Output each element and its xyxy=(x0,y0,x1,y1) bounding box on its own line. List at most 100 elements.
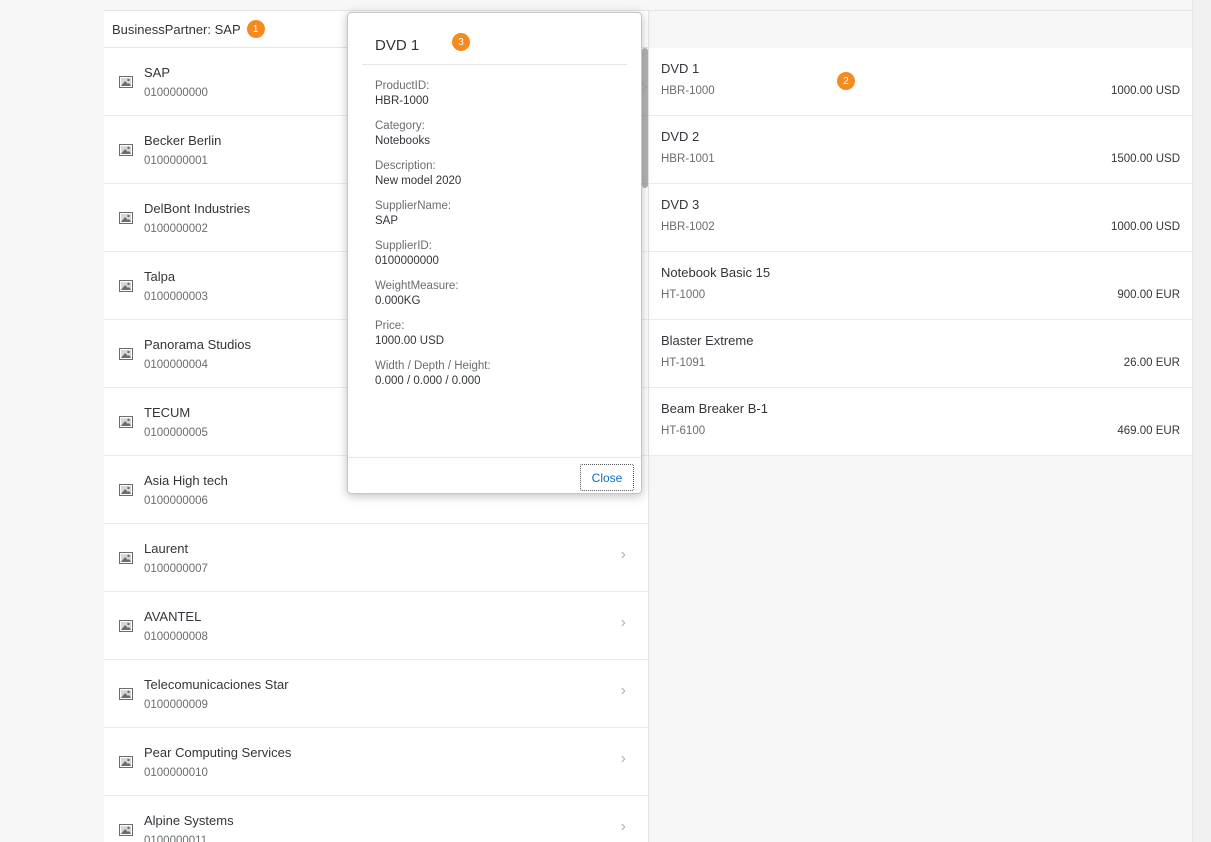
chevron-right-icon: › xyxy=(620,818,626,835)
list-item-id: 0100000002 xyxy=(144,222,208,235)
product-name: DVD 3 xyxy=(661,197,700,212)
product-id: HT-6100 xyxy=(661,425,706,437)
popover-field: WeightMeasure: 0.000KG xyxy=(375,279,491,309)
list-item-id: 0100000004 xyxy=(144,358,208,371)
product-image-icon xyxy=(119,211,133,224)
field-value: 0.000 / 0.000 / 0.000 xyxy=(375,375,481,387)
product-name: Beam Breaker B-1 xyxy=(661,401,768,416)
popover-title: DVD 1 xyxy=(375,37,420,54)
product-row[interactable]: Notebook Basic 15 HT-1000 900.00 EUR xyxy=(649,252,1192,320)
close-button[interactable]: Close xyxy=(580,464,634,491)
list-item-title: SAP xyxy=(144,64,171,80)
field-value: HBR-1000 xyxy=(375,95,429,107)
list-item[interactable]: Laurent 0100000007 › xyxy=(104,524,648,592)
product-id: HBR-1002 xyxy=(661,221,715,233)
chevron-right-icon: › xyxy=(620,750,626,767)
list-item-title: Alpine Systems xyxy=(144,812,234,828)
list-item-title: Laurent xyxy=(144,540,189,556)
product-image-icon xyxy=(119,415,133,428)
product-row[interactable]: Beam Breaker B-1 HT-6100 469.00 EUR xyxy=(649,388,1192,456)
list-item[interactable]: AVANTEL 0100000008 › xyxy=(104,592,648,660)
popover-field: Category: Notebooks xyxy=(375,119,491,149)
field-label: ProductID: xyxy=(375,80,430,92)
product-image-icon xyxy=(119,551,133,564)
list-item-title: AVANTEL xyxy=(144,608,202,624)
product-price: 469.00 EUR xyxy=(1117,425,1180,437)
product-name: DVD 1 xyxy=(661,61,700,76)
chevron-right-icon: › xyxy=(620,546,626,563)
list-item[interactable]: Telecomunicaciones Star 0100000009 › xyxy=(104,660,648,728)
product-id: HBR-1000 xyxy=(661,85,715,97)
product-id: HT-1000 xyxy=(661,289,706,301)
field-value: 1000.00 USD xyxy=(375,335,445,347)
product-name: DVD 2 xyxy=(661,129,700,144)
product-row[interactable]: DVD 2 HBR-1001 1500.00 USD xyxy=(649,116,1192,184)
popover-title-separator xyxy=(362,64,627,65)
list-item-id: 0100000003 xyxy=(144,290,208,303)
product-price: 900.00 EUR xyxy=(1117,289,1180,301)
list-item-id: 0100000011 xyxy=(144,834,208,842)
list-item-title: Pear Computing Services xyxy=(144,744,292,760)
product-price: 1000.00 USD xyxy=(1110,221,1180,233)
product-image-icon xyxy=(119,755,133,768)
popover-field: ProductID: HBR-1000 xyxy=(375,79,491,109)
product-price: 1500.00 USD xyxy=(1110,153,1180,165)
product-id: HBR-1001 xyxy=(661,153,715,165)
list-item-title: DelBont Industries xyxy=(144,200,251,216)
list-item-id: 0100000005 xyxy=(144,426,208,439)
field-label: Category: xyxy=(375,120,425,132)
product-id: HT-1091 xyxy=(661,357,706,369)
field-label: Price: xyxy=(375,320,405,332)
chevron-right-icon: › xyxy=(620,614,626,631)
field-label: Description: xyxy=(375,160,436,172)
popover-footer-separator xyxy=(348,457,641,458)
product-popover: DVD 1 3 ProductID: HBR-1000 Category: Noteb… xyxy=(347,12,648,494)
list-item[interactable]: Alpine Systems 0100000011 › xyxy=(104,796,648,842)
product-row[interactable]: Blaster Extreme HT-1091 26.00 EUR xyxy=(649,320,1192,388)
list-item-title: Becker Berlin xyxy=(144,132,222,148)
list-item-title: TECUM xyxy=(144,404,191,420)
field-value: 0.000KG xyxy=(375,295,421,307)
product-name: Blaster Extreme xyxy=(661,333,754,348)
list-item-title: Telecomunicaciones Star xyxy=(144,676,289,692)
master-header-title: BusinessPartner: SAP xyxy=(112,21,241,37)
product-image-icon xyxy=(119,823,133,836)
popover-scrollbar[interactable] xyxy=(642,48,648,188)
step-badge-3: 3 xyxy=(452,33,470,51)
step-badge-2: 2 xyxy=(837,72,855,90)
chevron-right-icon: › xyxy=(620,682,626,699)
list-item[interactable]: Pear Computing Services 0100000010 › xyxy=(104,728,648,796)
product-image-icon xyxy=(119,687,133,700)
product-image-icon xyxy=(119,619,133,632)
step-badge-1: 1 xyxy=(246,20,265,38)
list-item-id: 0100000001 xyxy=(144,154,208,167)
list-item-id: 0100000007 xyxy=(144,562,208,575)
list-item-id: 0100000006 xyxy=(144,494,208,507)
product-image-icon xyxy=(119,279,133,292)
field-value: New model 2020 xyxy=(375,175,462,187)
product-image-icon xyxy=(119,483,133,496)
field-label: SupplierName: xyxy=(375,200,452,212)
right-gutter xyxy=(1192,0,1211,842)
list-item-id: 0100000000 xyxy=(144,86,208,99)
list-item-id: 0100000009 xyxy=(144,698,208,711)
field-value: Notebooks xyxy=(375,135,430,147)
product-price: 26.00 EUR xyxy=(1123,357,1180,369)
product-image-icon xyxy=(119,347,133,360)
field-label: WeightMeasure: xyxy=(375,280,459,292)
product-row[interactable]: DVD 1 HBR-1000 1000.00 USD xyxy=(649,48,1192,116)
product-row[interactable]: DVD 3 HBR-1002 1000.00 USD xyxy=(649,184,1192,252)
list-item-title: Panorama Studios xyxy=(144,336,251,352)
list-item-id: 0100000010 xyxy=(144,766,208,779)
product-name: Notebook Basic 15 xyxy=(661,265,771,280)
product-list: DVD 1 HBR-1000 1000.00 USD DVD 2 HBR-1001 150… xyxy=(649,48,1192,456)
list-item-title: Asia High tech xyxy=(144,472,228,488)
field-label: Width / Depth / Height: xyxy=(375,360,491,372)
popover-field: Description: New model 2020 xyxy=(375,159,491,189)
popover-field: Price: 1000.00 USD xyxy=(375,319,491,349)
field-label: SupplierID: xyxy=(375,240,432,252)
list-item-id: 0100000008 xyxy=(144,630,208,643)
popover-field: Width / Depth / Height: 0.000 / 0.000 / 0… xyxy=(375,359,491,389)
list-item-title: Talpa xyxy=(144,268,176,284)
field-value: 0100000000 xyxy=(375,255,439,267)
